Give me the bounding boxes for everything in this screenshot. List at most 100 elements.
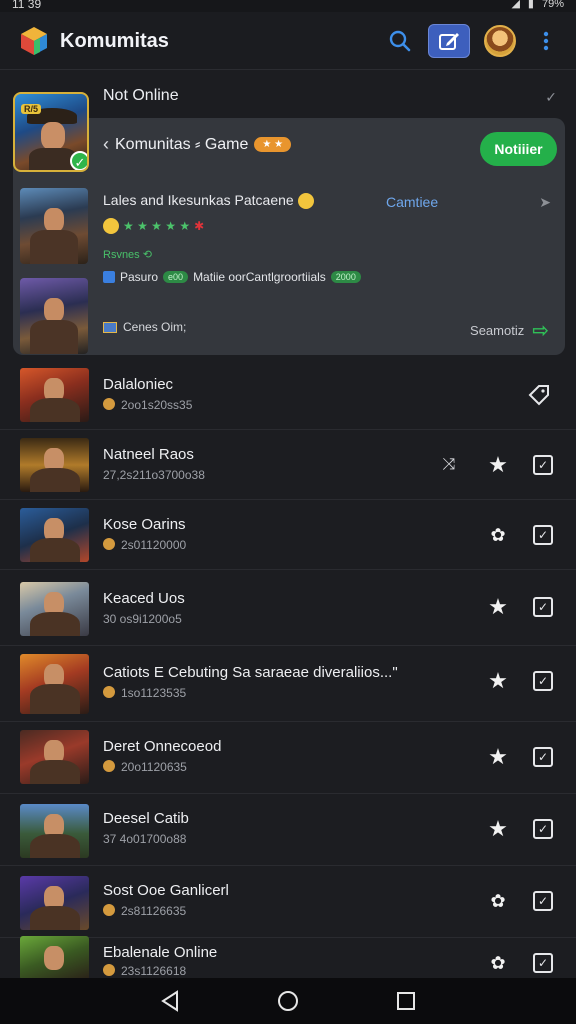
online-status-label: Not Online bbox=[103, 87, 179, 104]
list-item-title: Dalaloniec bbox=[103, 376, 174, 393]
character-body bbox=[30, 538, 80, 562]
sub-thumbnail[interactable] bbox=[20, 278, 88, 354]
list-item-sub-text: 2s01120000 bbox=[121, 538, 187, 552]
character-body bbox=[30, 320, 78, 354]
arrow-right-icon: ⇨ bbox=[532, 320, 549, 342]
recents-square-icon bbox=[397, 992, 415, 1010]
corner-tag: R/5 bbox=[21, 104, 42, 114]
search-button[interactable] bbox=[383, 24, 417, 58]
sub-link[interactable]: Camtiee bbox=[386, 194, 438, 210]
list-item[interactable]: Deesel Catib 37 4o01700o88 ★ ✓ bbox=[0, 794, 576, 866]
character-face bbox=[41, 122, 65, 150]
list-item-title: Sost Ooe Ganlicerl bbox=[103, 882, 229, 899]
select-checkbox[interactable]: ✓ bbox=[530, 888, 556, 914]
select-checkbox[interactable]: ✓ bbox=[530, 452, 556, 478]
favorite-button[interactable]: ★ bbox=[485, 816, 511, 842]
checkbox-icon: ✓ bbox=[533, 455, 553, 475]
star-icon: ★ bbox=[488, 594, 508, 619]
checkbox-icon: ✓ bbox=[533, 819, 553, 839]
list-item-title: Keaced Uos bbox=[103, 590, 185, 607]
character-face bbox=[44, 946, 64, 970]
select-checkbox[interactable]: ✓ bbox=[530, 744, 556, 770]
character-face bbox=[44, 208, 64, 232]
compose-icon bbox=[439, 33, 459, 50]
character-body bbox=[30, 230, 78, 264]
rating-stars: ★ ★ ★ ★ ★ bbox=[123, 219, 191, 233]
more-options-button[interactable] bbox=[536, 24, 556, 58]
small-green-label: Rsvnes ⟲ bbox=[103, 249, 152, 261]
back-button[interactable] bbox=[158, 990, 182, 1012]
coin-icon bbox=[103, 964, 115, 976]
select-checkbox[interactable]: ✓ bbox=[530, 522, 556, 548]
list-item-title: Catiots E Cebuting Sa saraeae diveraliio… bbox=[103, 664, 398, 681]
featured-card[interactable]: ‹ Komunitas ⸗ Game ★ ★ Notiiier Lales an… bbox=[13, 118, 565, 355]
list-item[interactable]: Kose Oarins 2s01120000 ✿ ✓ bbox=[0, 500, 576, 570]
notify-button[interactable]: Notiiier bbox=[480, 132, 557, 166]
game-thumbnail bbox=[20, 936, 89, 980]
list-item-sub-text: 23s1126618 bbox=[121, 964, 187, 978]
coin-icon bbox=[103, 760, 115, 772]
list-item-title: Ebalenale Online bbox=[103, 944, 218, 961]
list-item-subtitle: 23s1126618 bbox=[103, 964, 186, 978]
select-checkbox[interactable]: ✓ bbox=[530, 950, 556, 976]
settings-button[interactable]: ✿ bbox=[485, 950, 511, 976]
search-more-link[interactable]: Seamotiz ⇨ bbox=[470, 318, 549, 343]
info-row: Pasuro e00 Matiie oorCantlgroortiials 20… bbox=[103, 270, 361, 284]
list-item[interactable]: Keaced Uos 30 os9i1200o5 ★ ✓ bbox=[0, 570, 576, 646]
list-item[interactable]: Catiots E Cebuting Sa saraeae diveraliio… bbox=[0, 646, 576, 722]
featured-thumbnail[interactable]: R/5 ✓ bbox=[13, 92, 89, 172]
list-item[interactable]: Deret Onnecoeod 20o1120635 ★ ✓ bbox=[0, 722, 576, 794]
game-thumbnail bbox=[20, 730, 89, 784]
list-item-sub-text: 2oo1s20ss35 bbox=[121, 398, 193, 412]
select-checkbox[interactable]: ✓ bbox=[530, 594, 556, 620]
list-item[interactable]: Natneel Raos 27,2s211o3700o38 ⤨ ★ ✓ bbox=[0, 430, 576, 500]
checkmark-icon: ✓ bbox=[545, 89, 557, 105]
checkbox-icon: ✓ bbox=[533, 953, 553, 973]
settings-button[interactable]: ✿ bbox=[485, 522, 511, 548]
search-icon bbox=[389, 30, 411, 52]
sub-thumbnail[interactable] bbox=[20, 188, 88, 264]
settings-button[interactable]: ✿ bbox=[485, 888, 511, 914]
game-thumbnail bbox=[20, 368, 89, 422]
favorite-button[interactable]: ★ bbox=[485, 594, 511, 620]
doc-text: Cenes Oim; bbox=[123, 320, 187, 334]
select-checkbox[interactable]: ✓ bbox=[530, 816, 556, 842]
system-navigation-bar bbox=[0, 978, 576, 1024]
card-title-pill: ★ ★ bbox=[254, 137, 292, 152]
gear-icon: ✿ bbox=[490, 952, 506, 973]
checkbox-icon: ✓ bbox=[533, 525, 553, 545]
tag-button[interactable] bbox=[526, 382, 552, 408]
list-item-title: Kose Oarins bbox=[103, 516, 186, 533]
tag-icon bbox=[528, 385, 549, 406]
pin-icon[interactable]: ➤ bbox=[539, 194, 551, 211]
shuffle-button[interactable]: ⤨ bbox=[436, 452, 462, 478]
list-item-title: Natneel Raos bbox=[103, 446, 194, 463]
featured-section: ‹ Komunitas ⸗ Game ★ ★ Notiiier Lales an… bbox=[13, 83, 565, 355]
list-item[interactable]: Sost Ooe Ganlicerl 2s81126635 ✿ ✓ bbox=[0, 866, 576, 938]
back-chevron-icon[interactable]: ‹ bbox=[103, 134, 109, 155]
game-thumbnail bbox=[20, 654, 89, 714]
app-logo-icon bbox=[21, 27, 47, 55]
checkbox-icon: ✓ bbox=[533, 747, 553, 767]
favorite-button[interactable]: ★ bbox=[485, 452, 511, 478]
list-item-subtitle: 2s01120000 bbox=[103, 538, 186, 552]
rating-row: ★ ★ ★ ★ ★ ✱ bbox=[103, 218, 204, 234]
smile-emoji-icon bbox=[103, 218, 119, 234]
back-triangle-icon bbox=[161, 990, 178, 1012]
profile-avatar[interactable] bbox=[484, 25, 516, 57]
more-vertical-icon bbox=[543, 31, 549, 51]
compose-button[interactable] bbox=[428, 24, 470, 58]
battery-percent: 79% bbox=[541, 0, 564, 10]
favorite-button[interactable]: ★ bbox=[485, 668, 511, 694]
character-body bbox=[30, 906, 80, 930]
list-item-title: Deesel Catib bbox=[103, 810, 189, 827]
home-button[interactable] bbox=[276, 990, 300, 1012]
list-item[interactable]: Ebalenale Online 23s1126618 ✿ ✓ bbox=[0, 936, 576, 980]
recents-button[interactable] bbox=[394, 990, 418, 1012]
select-checkbox[interactable]: ✓ bbox=[530, 668, 556, 694]
doc-icon bbox=[103, 321, 117, 333]
verified-check-icon: ✓ bbox=[70, 151, 87, 170]
favorite-button[interactable]: ★ bbox=[485, 744, 511, 770]
smile-emoji-icon bbox=[297, 193, 314, 210]
list-item[interactable]: Dalaloniec 2oo1s20ss35 bbox=[0, 360, 576, 430]
